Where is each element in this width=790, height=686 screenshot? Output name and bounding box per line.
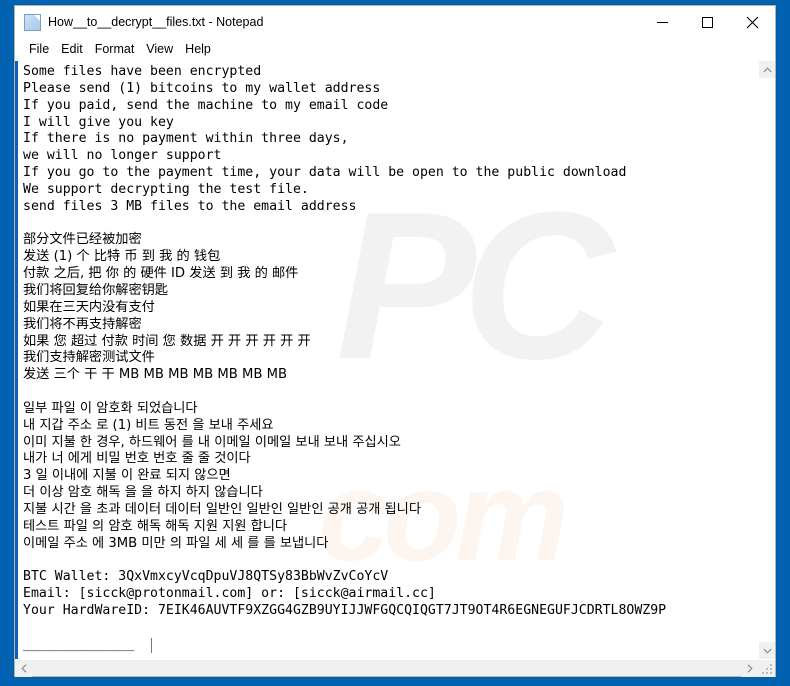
text-line: we will no longer support (23, 148, 222, 164)
menu-bar: File Edit Format View Help (15, 38, 775, 60)
text-line: BTC Wallet: 3QxVmxcyVcqDpuVJ8QTSy83BbWvZ… (23, 569, 389, 585)
menu-item-format[interactable]: Format (89, 41, 141, 58)
text-line (23, 384, 758, 401)
client-row: PC com Some files have been encrypted Ple… (15, 61, 775, 659)
text-line: 我们将不再支持解密 (23, 316, 142, 332)
close-button[interactable] (730, 6, 775, 38)
caret-row (23, 637, 758, 654)
scroll-right-arrow[interactable] (741, 660, 758, 677)
text-line: 내가 너 에게 비밀 번호 번호 줄 줄 것이다 (23, 451, 251, 467)
horizontal-scrollbar-row (15, 659, 775, 677)
text-line: 发送 三个 干 干 MB MB MB MB MB MB MB (23, 367, 288, 383)
menu-item-help[interactable]: Help (179, 41, 217, 58)
text-line: 如果 您 超过 付款 时间 您 数据 开 开 开 开 开 开 (23, 333, 311, 349)
text-line: 이미 지불 한 경우, 하드웨어 를 내 이메일 이메일 보내 보내 주십시오 (23, 434, 401, 450)
scroll-left-arrow[interactable] (15, 660, 32, 677)
window-controls (640, 6, 775, 38)
desktop-background: How__to__decrypt__files.txt - Notepad Fi… (0, 0, 790, 686)
text-line (23, 620, 758, 637)
minimize-button[interactable] (640, 6, 685, 38)
menu-item-view[interactable]: View (140, 41, 179, 58)
text-line (23, 552, 758, 569)
horizontal-scrollbar[interactable] (15, 660, 758, 677)
text-line: 发送 (1) 个 比特 币 到 我 的 钱包 (23, 249, 221, 265)
menu-item-edit[interactable]: Edit (55, 41, 89, 58)
vertical-scrollbar[interactable] (758, 61, 775, 659)
text-editor[interactable]: PC com Some files have been encrypted Ple… (15, 61, 758, 659)
chevron-right-icon (747, 664, 753, 673)
text-line: If you go to the payment time, your data… (23, 165, 627, 181)
menu-item-file[interactable]: File (23, 41, 55, 58)
title-bar[interactable]: How__to__decrypt__files.txt - Notepad (15, 6, 775, 38)
text-line: If there is no payment within three days… (23, 131, 349, 147)
maximize-button[interactable] (685, 6, 730, 38)
text-cursor (151, 637, 152, 653)
text-line: 3 일 이내에 지불 이 완료 되지 않으면 (23, 468, 231, 484)
text-line: 我们将回复给你解密钥匙 (23, 282, 169, 298)
notepad-window: How__to__decrypt__files.txt - Notepad Fi… (14, 5, 776, 677)
text-line: 如果在三天内没有支付 (23, 299, 155, 315)
chevron-up-icon (762, 66, 772, 72)
text-line: 付款 之后, 把 你 的 硬件 ID 发送 到 我 的 邮件 (23, 266, 299, 282)
text-line: 테스트 파일 의 암호 해독 해독 지원 지원 합니다 (23, 518, 288, 534)
text-line: send files 3 MB files to the email addre… (23, 198, 357, 214)
vertical-scroll-track[interactable] (759, 78, 775, 642)
text-line: We support decrypting the test file. (23, 181, 309, 197)
text-line: Please send (1) bitcoins to my wallet ad… (23, 80, 381, 96)
text-line: 我们支持解密测试文件 (23, 350, 155, 366)
resize-grip-icon[interactable] (758, 660, 775, 677)
title-bar-left: How__to__decrypt__files.txt - Notepad (15, 13, 640, 31)
client-area: PC com Some files have been encrypted Ple… (15, 60, 775, 677)
text-line: I will give you key (23, 114, 174, 130)
chevron-left-icon (20, 664, 26, 673)
minimize-icon (657, 21, 668, 23)
text-line: 더 이상 암호 해독 을 을 하지 하지 않습니다 (23, 485, 263, 501)
scroll-up-arrow[interactable] (759, 61, 775, 78)
ransom-note-text: Some files have been encrypted Please sen… (18, 61, 758, 654)
notepad-document-icon (24, 13, 41, 31)
text-line: 部分文件已经被加密 (23, 232, 142, 248)
text-line: Your HardWareID: 7EIK46AUVTF9XZGG4GZB9UY… (23, 603, 667, 618)
maximize-icon (702, 16, 713, 28)
text-line: 이메일 주소 에 3MB 미만 의 파일 세 세 를 를 보냅니다 (23, 535, 329, 551)
horizontal-scroll-track[interactable] (32, 660, 741, 676)
window-title: How__to__decrypt__files.txt - Notepad (48, 15, 264, 29)
text-line: Some files have been encrypted (23, 64, 262, 79)
text-line: 내 지갑 주소 로 (1) 비트 동전 을 보내 주세요 (23, 417, 274, 433)
close-icon (746, 16, 759, 28)
text-line: 지불 시간 을 초과 데이터 데이터 일반인 일반인 일반인 공개 공개 됩니다 (23, 501, 421, 517)
text-line (23, 216, 758, 233)
text-line: Email: [sicck@protonmail.com] or: [sicck… (23, 586, 436, 602)
text-line: If you paid, send the machine to my emai… (23, 97, 389, 113)
text-line: 일부 파일 이 암호화 되었습니다 (23, 400, 198, 416)
scroll-down-arrow[interactable] (759, 642, 775, 659)
chevron-down-icon (762, 648, 772, 654)
